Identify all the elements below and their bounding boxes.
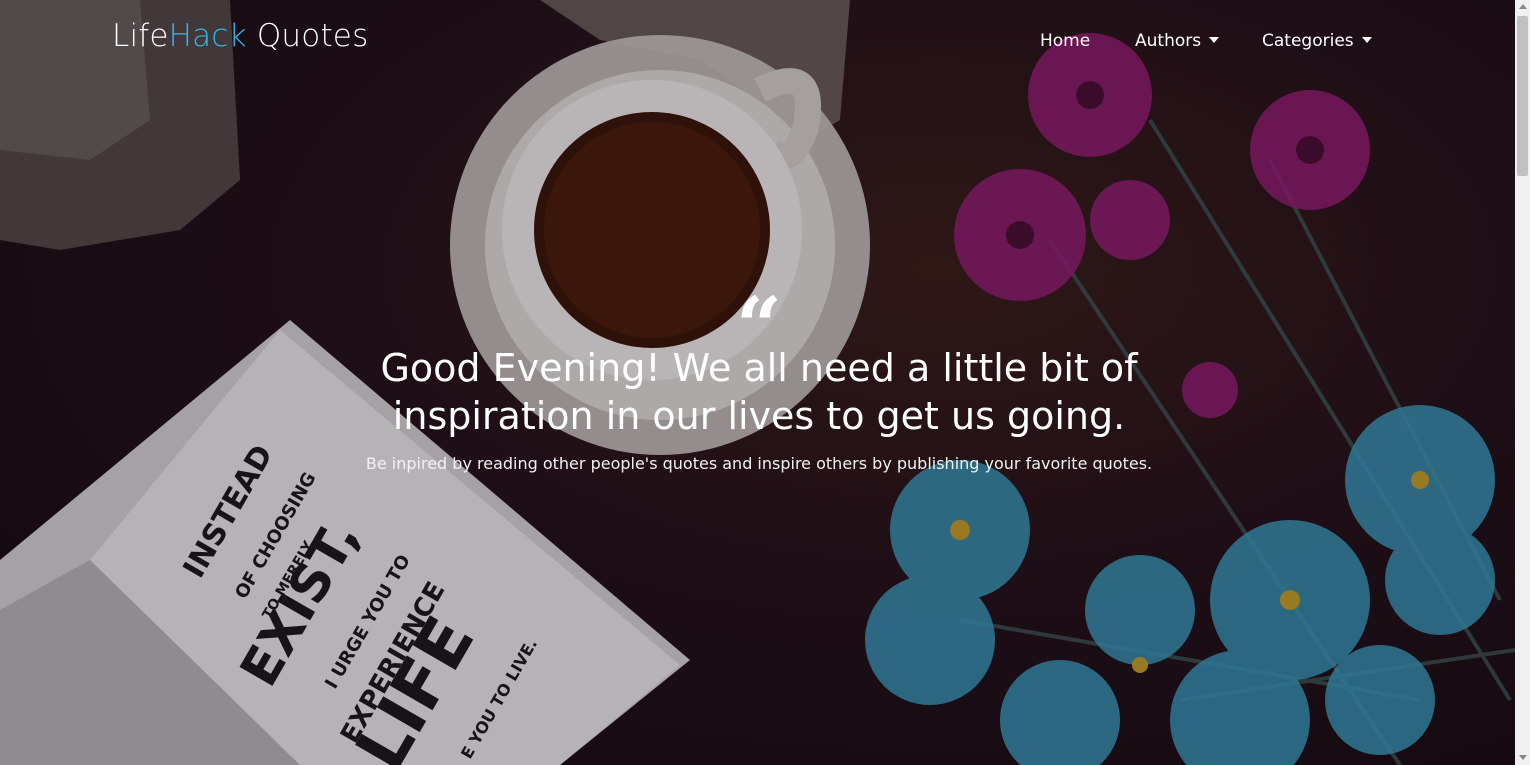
vertical-scrollbar[interactable] [1515, 0, 1530, 765]
hero-headline-line1: Good Evening! We all need a little bit o… [380, 346, 1138, 390]
brand-part-quotes: Quotes [246, 18, 369, 54]
nav-home-label: Home [1040, 31, 1091, 51]
quote-open-icon: “ [735, 279, 782, 373]
brand-part-life: Life [112, 18, 169, 54]
nav-authors-label: Authors [1135, 31, 1202, 51]
brand-logo[interactable]: LifeHack Quotes [112, 18, 368, 54]
navbar: LifeHack Quotes Home Authors Categories [0, 0, 1515, 80]
brand-part-hack: Hack [168, 18, 247, 54]
nav-categories-label: Categories [1262, 31, 1354, 51]
hero-headline: Good Evening! We all need a little bit o… [300, 344, 1218, 440]
scroll-up-arrow-icon[interactable] [1519, 4, 1527, 9]
nav-categories-dropdown[interactable]: Categories [1262, 31, 1372, 51]
caret-down-icon [1361, 37, 1372, 43]
hero-section: INSTEAD OF CHOOSING TO MERELY EXIST, I U… [0, 0, 1515, 765]
nav-authors-dropdown[interactable]: Authors [1135, 31, 1220, 51]
hero-headline-line2: inspiration in our lives to get us going… [392, 394, 1126, 438]
scrollbar-thumb[interactable] [1517, 16, 1528, 176]
caret-down-icon [1209, 37, 1220, 43]
scroll-down-arrow-icon[interactable] [1519, 755, 1527, 760]
hero-subline: Be inpired by reading other people's quo… [365, 454, 1153, 473]
nav-home-link[interactable]: Home [1040, 31, 1090, 51]
hero-content: “ Good Evening! We all need a little bit… [300, 279, 1218, 489]
